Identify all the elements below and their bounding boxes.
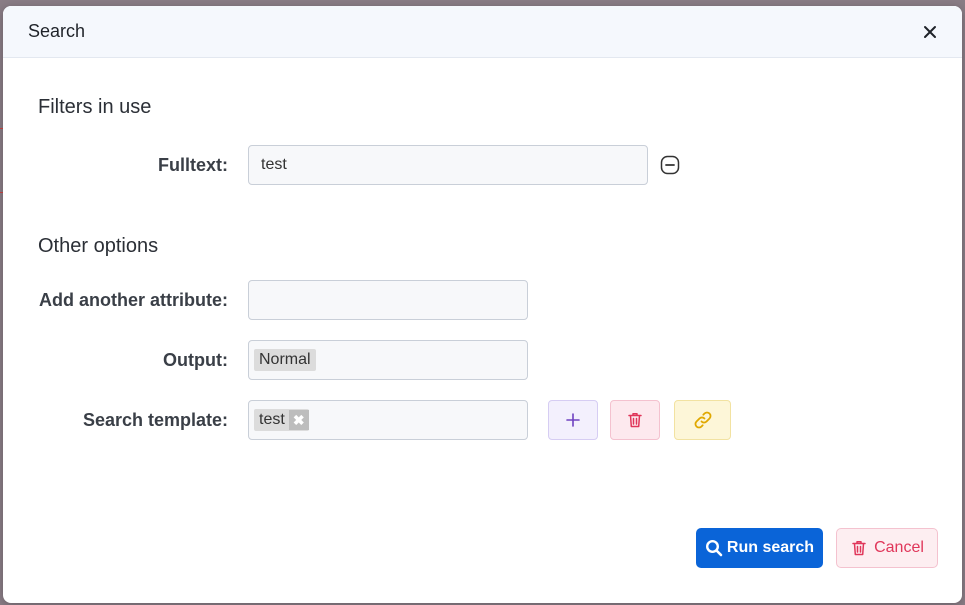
dialog-title: Search (28, 21, 86, 41)
trash-icon (852, 541, 866, 556)
close-icon (924, 25, 936, 38)
attribute-label: Add another attribute: (39, 289, 228, 310)
output-select[interactable]: Normal (248, 340, 528, 380)
fulltext-value: test (261, 156, 287, 173)
close-button[interactable] (918, 20, 942, 44)
template-row: Search template: (3, 400, 228, 440)
cancel-button[interactable]: Cancel (836, 528, 938, 568)
search-icon (705, 539, 723, 557)
add-template-button[interactable] (548, 400, 598, 440)
output-tag: Normal (254, 349, 316, 371)
trash-icon (628, 413, 642, 428)
run-search-label: Run search (726, 539, 815, 556)
link-icon (694, 411, 711, 429)
dialog-header: Search (3, 6, 962, 58)
add-attribute-select[interactable] (248, 280, 528, 320)
fulltext-input[interactable]: test (248, 145, 648, 185)
fulltext-label: Fulltext: (158, 154, 228, 175)
template-tag-remove-button[interactable]: ✖ (288, 410, 309, 430)
template-tag-label: test (259, 411, 285, 428)
output-label: Output: (163, 349, 228, 370)
link-template-button[interactable] (674, 400, 731, 440)
run-search-button[interactable]: Run search (696, 528, 823, 568)
attribute-row: Add another attribute: (3, 280, 228, 320)
other-options-section-title: Other options (38, 235, 159, 257)
search-dialog: Search Filters in use Fulltext: test Oth… (3, 6, 962, 603)
template-select[interactable]: test ✖ (248, 400, 528, 440)
fulltext-row: Fulltext: (3, 145, 228, 185)
delete-template-button[interactable] (610, 400, 660, 440)
cancel-label: Cancel (874, 539, 924, 556)
minus-circle-icon (660, 155, 680, 175)
plus-icon (566, 413, 580, 427)
remove-filter-button[interactable] (660, 155, 680, 175)
filters-section-title: Filters in use (38, 96, 152, 118)
template-label: Search template: (82, 409, 228, 430)
template-tag: test ✖ (254, 409, 309, 431)
output-row: Output: (3, 340, 228, 380)
